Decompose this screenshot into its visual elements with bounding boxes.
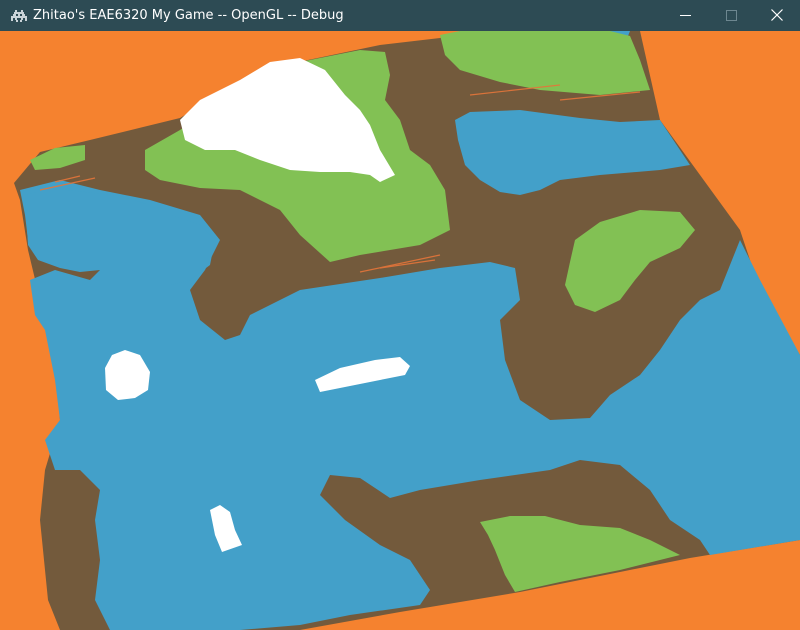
maximize-button[interactable] bbox=[708, 0, 754, 31]
maximize-icon bbox=[725, 6, 737, 25]
close-icon bbox=[771, 6, 783, 25]
space-invader-icon bbox=[8, 0, 30, 31]
minimize-icon bbox=[679, 6, 691, 25]
window-title: Zhitao's EAE6320 My Game -- OpenGL -- De… bbox=[33, 8, 344, 23]
terrain-render bbox=[0, 31, 800, 630]
game-window: Zhitao's EAE6320 My Game -- OpenGL -- De… bbox=[0, 0, 800, 630]
game-viewport[interactable] bbox=[0, 31, 800, 630]
window-controls bbox=[662, 0, 800, 31]
close-button[interactable] bbox=[754, 0, 800, 31]
title-bar[interactable]: Zhitao's EAE6320 My Game -- OpenGL -- De… bbox=[0, 0, 800, 31]
minimize-button[interactable] bbox=[662, 0, 708, 31]
